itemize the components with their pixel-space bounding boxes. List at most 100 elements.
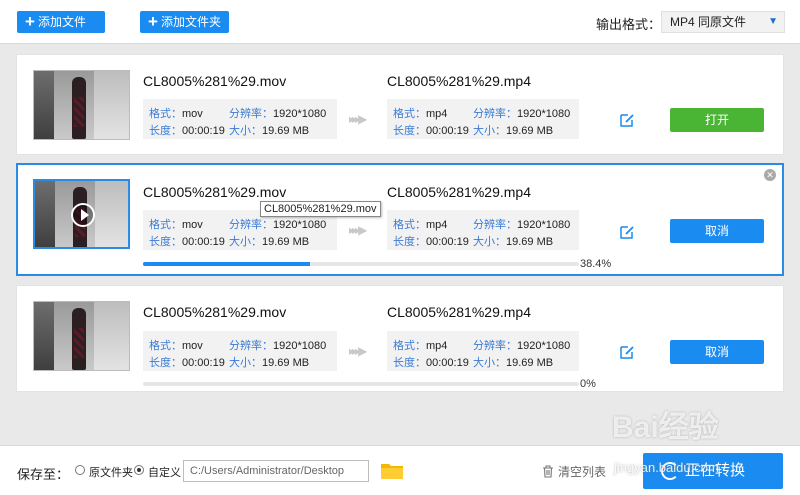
length-value: 00:00:19	[182, 125, 225, 137]
open-button[interactable]: 打开	[670, 108, 764, 132]
format-key: 格式：	[149, 219, 182, 231]
target-file-name: CL8005%281%29.mp4	[387, 304, 531, 320]
radio-original-folder-label[interactable]: 原文件夹	[89, 464, 133, 480]
length-value: 00:00:19	[182, 357, 225, 369]
format-value: mov	[182, 340, 203, 352]
resolution-value: 1920*1080	[273, 219, 327, 231]
target-file-name: CL8005%281%29.mp4	[387, 184, 531, 200]
radio-original-folder[interactable]	[75, 465, 85, 475]
resolution-key: 分辨率：	[473, 219, 517, 231]
radio-custom[interactable]	[134, 465, 144, 475]
resolution-value: 1920*1080	[517, 219, 571, 231]
edit-icon[interactable]	[619, 344, 635, 360]
format-key: 格式：	[393, 340, 426, 352]
plus-icon: +	[25, 12, 35, 31]
format-value: mp4	[426, 340, 448, 352]
target-file-name: CL8005%281%29.mp4	[387, 73, 531, 89]
save-to-label: 保存至：	[17, 467, 70, 482]
resolution-value: 1920*1080	[517, 108, 571, 120]
clear-list-label: 清空列表	[558, 465, 607, 479]
file-item[interactable]: CL8005%281%29.mov CL8005%281%29.mp4 格式：m…	[16, 285, 784, 392]
format-key: 格式：	[393, 108, 426, 120]
filename-tooltip: CL8005%281%29.mov	[260, 201, 381, 217]
resolution-value: 1920*1080	[273, 340, 327, 352]
trash-icon	[543, 465, 553, 478]
size-key: 大小：	[473, 125, 506, 137]
size-key: 大小：	[229, 125, 262, 137]
size-value: 19.69 MB	[506, 236, 554, 248]
resolution-key: 分辨率：	[229, 108, 273, 120]
progress-fill	[143, 262, 311, 266]
output-format-value: MP4 同原文件	[670, 15, 747, 29]
save-path-input[interactable]: C:/Users/Administrator/Desktop	[183, 460, 369, 482]
size-value: 19.69 MB	[506, 357, 554, 369]
size-value: 19.69 MB	[506, 125, 554, 137]
length-key: 长度：	[393, 357, 426, 369]
size-value: 19.69 MB	[262, 125, 310, 137]
length-key: 长度：	[149, 125, 182, 137]
source-file-name: CL8005%281%29.mov	[143, 184, 287, 200]
format-value: mp4	[426, 219, 448, 231]
cancel-button[interactable]: 取消	[670, 219, 764, 243]
length-value: 00:00:19	[426, 236, 469, 248]
resolution-key: 分辨率：	[473, 340, 517, 352]
add-folder-button[interactable]: + 添加文件夹	[140, 11, 229, 33]
length-value: 00:00:19	[426, 357, 469, 369]
video-thumbnail[interactable]	[33, 301, 130, 371]
progress-bar	[143, 262, 579, 266]
length-key: 长度：	[149, 357, 182, 369]
source-file-name: CL8005%281%29.mov	[143, 304, 287, 320]
source-info-box: 格式：mov 分辨率：1920*1080 长度：00:00:19 大小：19.6…	[143, 331, 337, 371]
progress-bar	[143, 382, 579, 386]
add-file-label: 添加文件	[37, 15, 86, 29]
size-key: 大小：	[229, 357, 262, 369]
video-thumbnail[interactable]	[33, 70, 130, 140]
cancel-button[interactable]: 取消	[670, 340, 764, 364]
format-value: mp4	[426, 108, 448, 120]
size-value: 19.69 MB	[262, 357, 310, 369]
format-value: mov	[182, 108, 203, 120]
progress-percent: 38.4%	[580, 258, 612, 270]
resolution-key: 分辨率：	[229, 340, 273, 352]
length-value: 00:00:19	[426, 125, 469, 137]
edit-icon[interactable]	[619, 224, 635, 240]
output-format-select[interactable]: MP4 同原文件 ▼	[661, 11, 785, 33]
convert-arrow-icon: ▸▸▸▶	[349, 344, 367, 358]
baidu-watermark: Bai经验	[612, 411, 719, 444]
add-file-button[interactable]: + 添加文件	[17, 11, 105, 33]
size-key: 大小：	[473, 236, 506, 248]
size-key: 大小：	[229, 236, 262, 248]
plus-icon: +	[148, 12, 158, 31]
length-key: 长度：	[393, 125, 426, 137]
length-key: 长度：	[393, 236, 426, 248]
file-item-active[interactable]: CL8005%281%29.mov CL8005%281%29.mp4 格式：m…	[16, 163, 784, 276]
resolution-key: 分辨率：	[473, 108, 517, 120]
format-key: 格式：	[149, 340, 182, 352]
baidu-watermark-url: jingyan.baidu.com	[614, 460, 719, 475]
edit-icon[interactable]	[619, 112, 635, 128]
video-thumbnail[interactable]	[33, 179, 130, 249]
close-icon[interactable]: ✕	[764, 169, 776, 181]
source-info-box: 格式：mov 分辨率：1920*1080 长度：00:00:19 大小：19.6…	[143, 99, 337, 139]
target-info-box: 格式：mp4 分辨率：1920*1080 长度：00:00:19 大小：19.6…	[387, 210, 579, 250]
target-info-box: 格式：mp4 分辨率：1920*1080 长度：00:00:19 大小：19.6…	[387, 331, 579, 371]
resolution-value: 1920*1080	[273, 108, 327, 120]
resolution-value: 1920*1080	[517, 340, 571, 352]
convert-arrow-icon: ▸▸▸▶	[349, 223, 367, 237]
format-key: 格式：	[149, 108, 182, 120]
dropdown-arrow-icon: ▼	[768, 16, 778, 27]
target-info-box: 格式：mp4 分辨率：1920*1080 长度：00:00:19 大小：19.6…	[387, 99, 579, 139]
play-icon[interactable]	[71, 203, 95, 227]
size-value: 19.69 MB	[262, 236, 310, 248]
length-value: 00:00:19	[182, 236, 225, 248]
clear-list-button[interactable]: 清空列表	[542, 463, 606, 480]
top-toolbar: + 添加文件 + 添加文件夹 输出格式： MP4 同原文件 ▼	[0, 0, 800, 44]
convert-arrow-icon: ▸▸▸▶	[349, 112, 367, 126]
length-key: 长度：	[149, 236, 182, 248]
radio-custom-label[interactable]: 自定义	[148, 464, 181, 480]
source-file-name: CL8005%281%29.mov	[143, 73, 287, 89]
file-item[interactable]: CL8005%281%29.mov CL8005%281%29.mp4 格式：m…	[16, 54, 784, 155]
progress-percent: 0%	[580, 378, 596, 390]
add-folder-label: 添加文件夹	[160, 15, 221, 29]
folder-icon[interactable]	[380, 462, 404, 480]
